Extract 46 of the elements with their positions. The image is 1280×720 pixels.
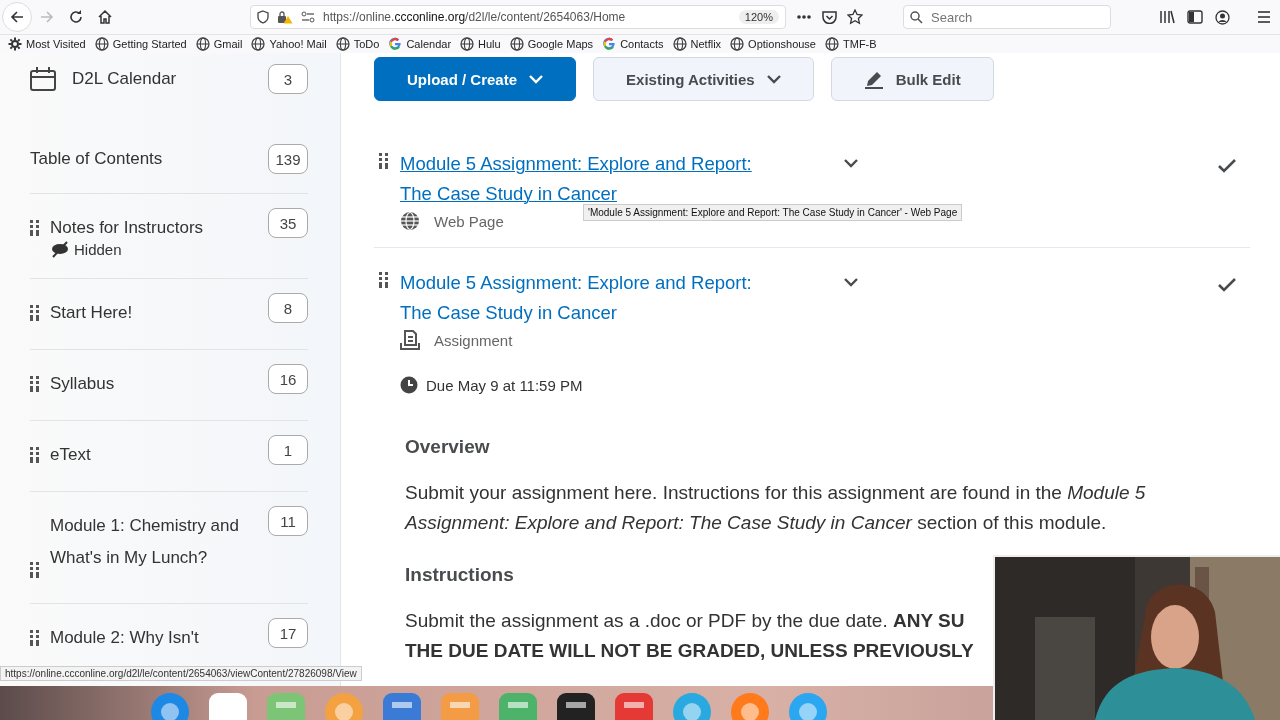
bookmark-item[interactable]: Most Visited <box>8 37 86 51</box>
calendar-link[interactable]: D2L Calendar <box>72 69 177 89</box>
section-heading: Instructions <box>405 564 515 586</box>
paragraph: Submit your assignment here. Instructions for this assignment are found in the Module 5 Assignment: Explore and Report: The Case Study in Cancer section of this module. <box>405 481 1147 535</box>
dropdown-button[interactable]: Existing Activities <box>593 57 814 101</box>
count-badge: 3 <box>268 64 308 94</box>
bookmark-item[interactable]: Netflix <box>672 37 722 51</box>
count-badge: 35 <box>268 208 308 238</box>
bookmark-item[interactable]: Calendar <box>388 37 452 51</box>
bookmark-item[interactable]: Hulu <box>460 37 501 51</box>
table-of-contents-link[interactable]: Table of Contents <box>30 149 163 169</box>
bookmark-item[interactable]: TMF-B <box>825 37 877 51</box>
due-date: Due May 9 at 11:59 PM <box>426 376 583 394</box>
text-line: Submit the assignment as a .doc or PDF by the due date. ANY SU <box>405 609 966 633</box>
bookmark-item[interactable]: Optionshouse <box>730 37 816 51</box>
status-url: https://online.ccconline.org/d2l/le/content/2654063/viewContent/27826098/View <box>0 666 362 681</box>
address-bar[interactable]: https://online.ccconline.org/d2l/le/content/2654063/Home 120% <box>250 5 786 29</box>
item-type: Web Page <box>434 212 504 230</box>
count-badge: 139 <box>268 144 308 174</box>
module-link[interactable]: eText <box>50 439 240 471</box>
count-badge: 1 <box>268 435 308 465</box>
search-input[interactable]: Search <box>929 8 1093 26</box>
module-link[interactable]: Module 1: Chemistry and What's in My Lunch? <box>50 510 240 574</box>
content-link[interactable]: Module 5 Assignment: Explore and Report: The Case Study in Cancer <box>400 268 780 328</box>
tooltip: 'Module 5 Assignment: Explore and Report: The Case Study in Cancer' - Web Page <box>583 204 963 221</box>
bulk-edit-button[interactable]: Bulk Edit <box>830 57 994 101</box>
module-link[interactable]: Start Here! <box>50 297 240 329</box>
module-link[interactable]: Module 2: Why Isn't <box>50 622 240 654</box>
zoom-badge[interactable]: 120% <box>738 10 779 24</box>
module-link[interactable]: Syllabus <box>50 368 240 400</box>
upload-create-button[interactable]: Upload / Create <box>374 57 577 101</box>
bookmark-item[interactable]: ToDo <box>335 37 380 51</box>
url-text: https://online.ccconline.org/d2l/le/content/2654063/Home <box>323 10 627 24</box>
bookmark-item[interactable]: Gmail <box>195 37 243 51</box>
bookmark-item[interactable]: Yahoo! Mail <box>251 37 327 51</box>
count-badge: 16 <box>268 364 308 394</box>
item-type: Assignment <box>434 331 513 349</box>
bookmark-item[interactable]: Contacts <box>602 37 664 51</box>
text-line: THE DUE DATE WILL NOT BE GRADED, UNLESS PREVIOUSLY <box>405 639 975 663</box>
bookmark-item[interactable]: Google Maps <box>509 37 594 51</box>
count-badge: 11 <box>268 506 308 536</box>
count-badge: 8 <box>268 293 308 323</box>
section-heading: Overview <box>405 436 491 458</box>
bookmark-item[interactable]: Getting Started <box>94 37 187 51</box>
search-field[interactable]: Search <box>903 5 1111 29</box>
count-badge: 17 <box>268 618 308 648</box>
